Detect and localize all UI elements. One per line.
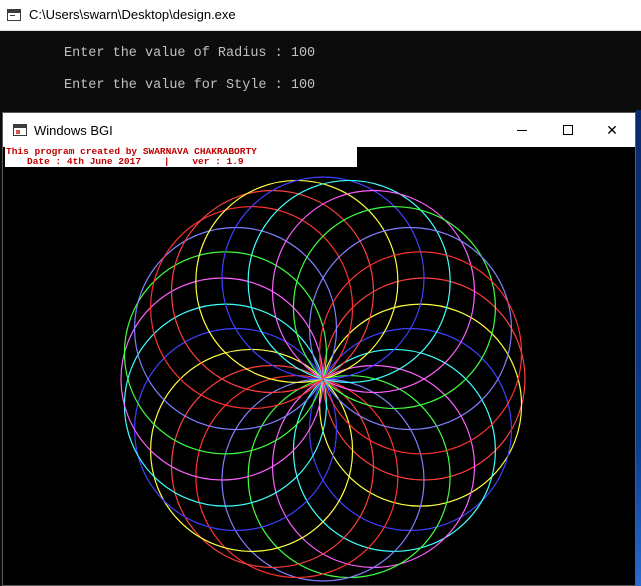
credit-banner: This program created by SWARNAVA CHAKRAB… — [5, 147, 357, 167]
console-line-radius: Enter the value of Radius : 100 — [64, 46, 316, 61]
minimize-button[interactable] — [499, 113, 545, 147]
console-app-icon — [7, 9, 21, 21]
credit-date-version-text: Date : 4th June 2017 | ver : 1.9 — [27, 156, 244, 167]
console-output: Enter the value of Radius : 100 Enter th… — [0, 31, 641, 111]
maximize-button[interactable] — [545, 113, 591, 147]
spirograph-drawing — [120, 176, 526, 582]
graphics-canvas: This program created by SWARNAVA CHAKRAB… — [5, 147, 633, 583]
console-window-title: C:\Users\swarn\Desktop\design.exe — [29, 7, 236, 22]
bgi-app-icon — [13, 124, 27, 136]
bgi-window: Windows BGI ✕ This program created by SW… — [2, 112, 636, 586]
desktop-background — [636, 110, 641, 586]
maximize-icon — [563, 125, 573, 135]
bgi-window-title: Windows BGI — [34, 123, 113, 138]
close-button[interactable]: ✕ — [589, 113, 635, 147]
close-icon: ✕ — [606, 121, 618, 138]
minimize-icon — [517, 129, 527, 131]
console-title-bar[interactable]: C:\Users\swarn\Desktop\design.exe — [0, 0, 641, 31]
console-line-style: Enter the value for Style : 100 — [64, 78, 316, 93]
bgi-title-bar[interactable]: Windows BGI ✕ — [3, 113, 635, 147]
